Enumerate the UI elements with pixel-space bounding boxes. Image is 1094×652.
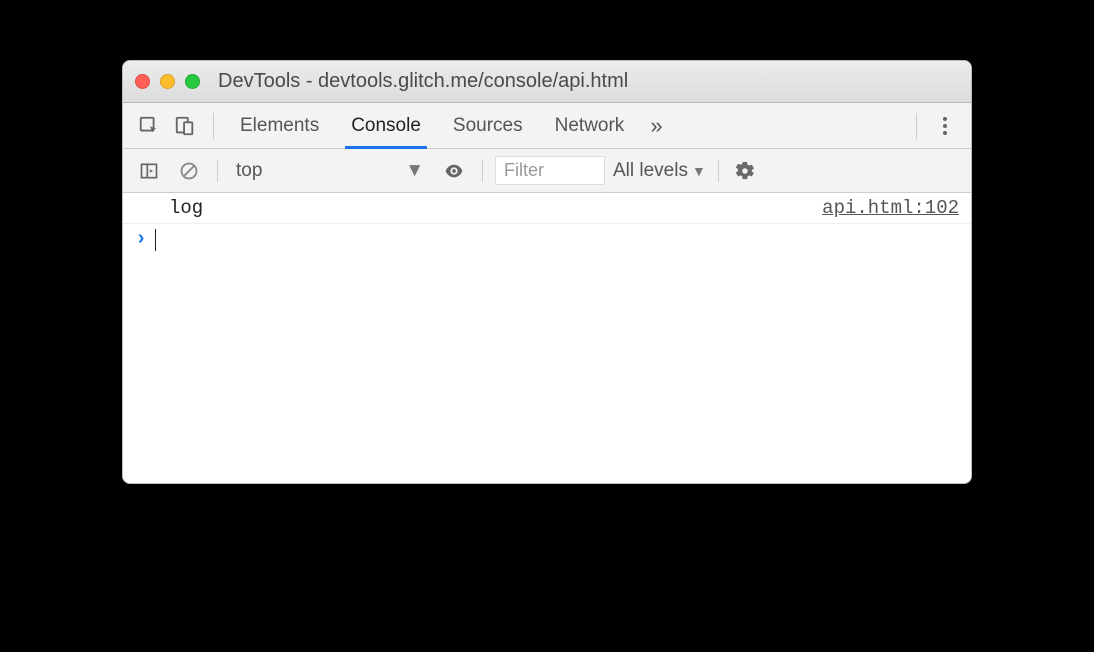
live-expression-icon[interactable] xyxy=(438,155,470,187)
tabs-overflow[interactable]: » xyxy=(642,103,670,149)
traffic-lights xyxy=(135,74,200,89)
device-toggle-icon[interactable] xyxy=(169,110,201,142)
divider xyxy=(213,113,214,139)
inspect-element-icon[interactable] xyxy=(133,110,165,142)
dropdown-triangle-icon: ▼ xyxy=(405,160,424,182)
log-source-link[interactable]: api.html:102 xyxy=(822,197,959,219)
tab-sources[interactable]: Sources xyxy=(439,103,537,149)
tabbar: Elements Console Sources Network » xyxy=(123,103,971,149)
log-levels-select[interactable]: All levels ▼ xyxy=(613,160,706,182)
kebab-icon xyxy=(933,117,957,135)
divider xyxy=(718,160,719,182)
devtools-window: DevTools - devtools.glitch.me/console/ap… xyxy=(122,60,972,484)
maximize-window-button[interactable] xyxy=(185,74,200,89)
clear-console-icon[interactable] xyxy=(173,155,205,187)
divider xyxy=(482,160,483,182)
console-output: log api.html:102 › xyxy=(123,193,971,483)
titlebar: DevTools - devtools.glitch.me/console/ap… xyxy=(123,61,971,103)
minimize-window-button[interactable] xyxy=(160,74,175,89)
context-label: top xyxy=(236,160,262,182)
filter-input[interactable] xyxy=(495,156,605,185)
tab-network[interactable]: Network xyxy=(541,103,639,149)
tab-console[interactable]: Console xyxy=(337,103,435,149)
log-message: log xyxy=(169,197,822,219)
console-settings-icon[interactable] xyxy=(731,157,759,185)
dropdown-triangle-icon: ▼ xyxy=(692,163,706,179)
more-menu-button[interactable] xyxy=(929,110,961,142)
log-entry: log api.html:102 xyxy=(123,193,971,224)
close-window-button[interactable] xyxy=(135,74,150,89)
window-title: DevTools - devtools.glitch.me/console/ap… xyxy=(212,70,959,93)
toggle-sidebar-icon[interactable] xyxy=(133,155,165,187)
text-cursor xyxy=(155,229,156,251)
divider xyxy=(916,113,917,139)
prompt-chevron-icon: › xyxy=(135,228,147,251)
levels-label: All levels xyxy=(613,160,688,182)
tab-elements[interactable]: Elements xyxy=(226,103,333,149)
console-toolbar: top ▼ All levels ▼ xyxy=(123,149,971,193)
divider xyxy=(217,160,218,182)
console-prompt[interactable]: › xyxy=(123,224,971,255)
context-selector[interactable]: top ▼ xyxy=(230,158,430,184)
